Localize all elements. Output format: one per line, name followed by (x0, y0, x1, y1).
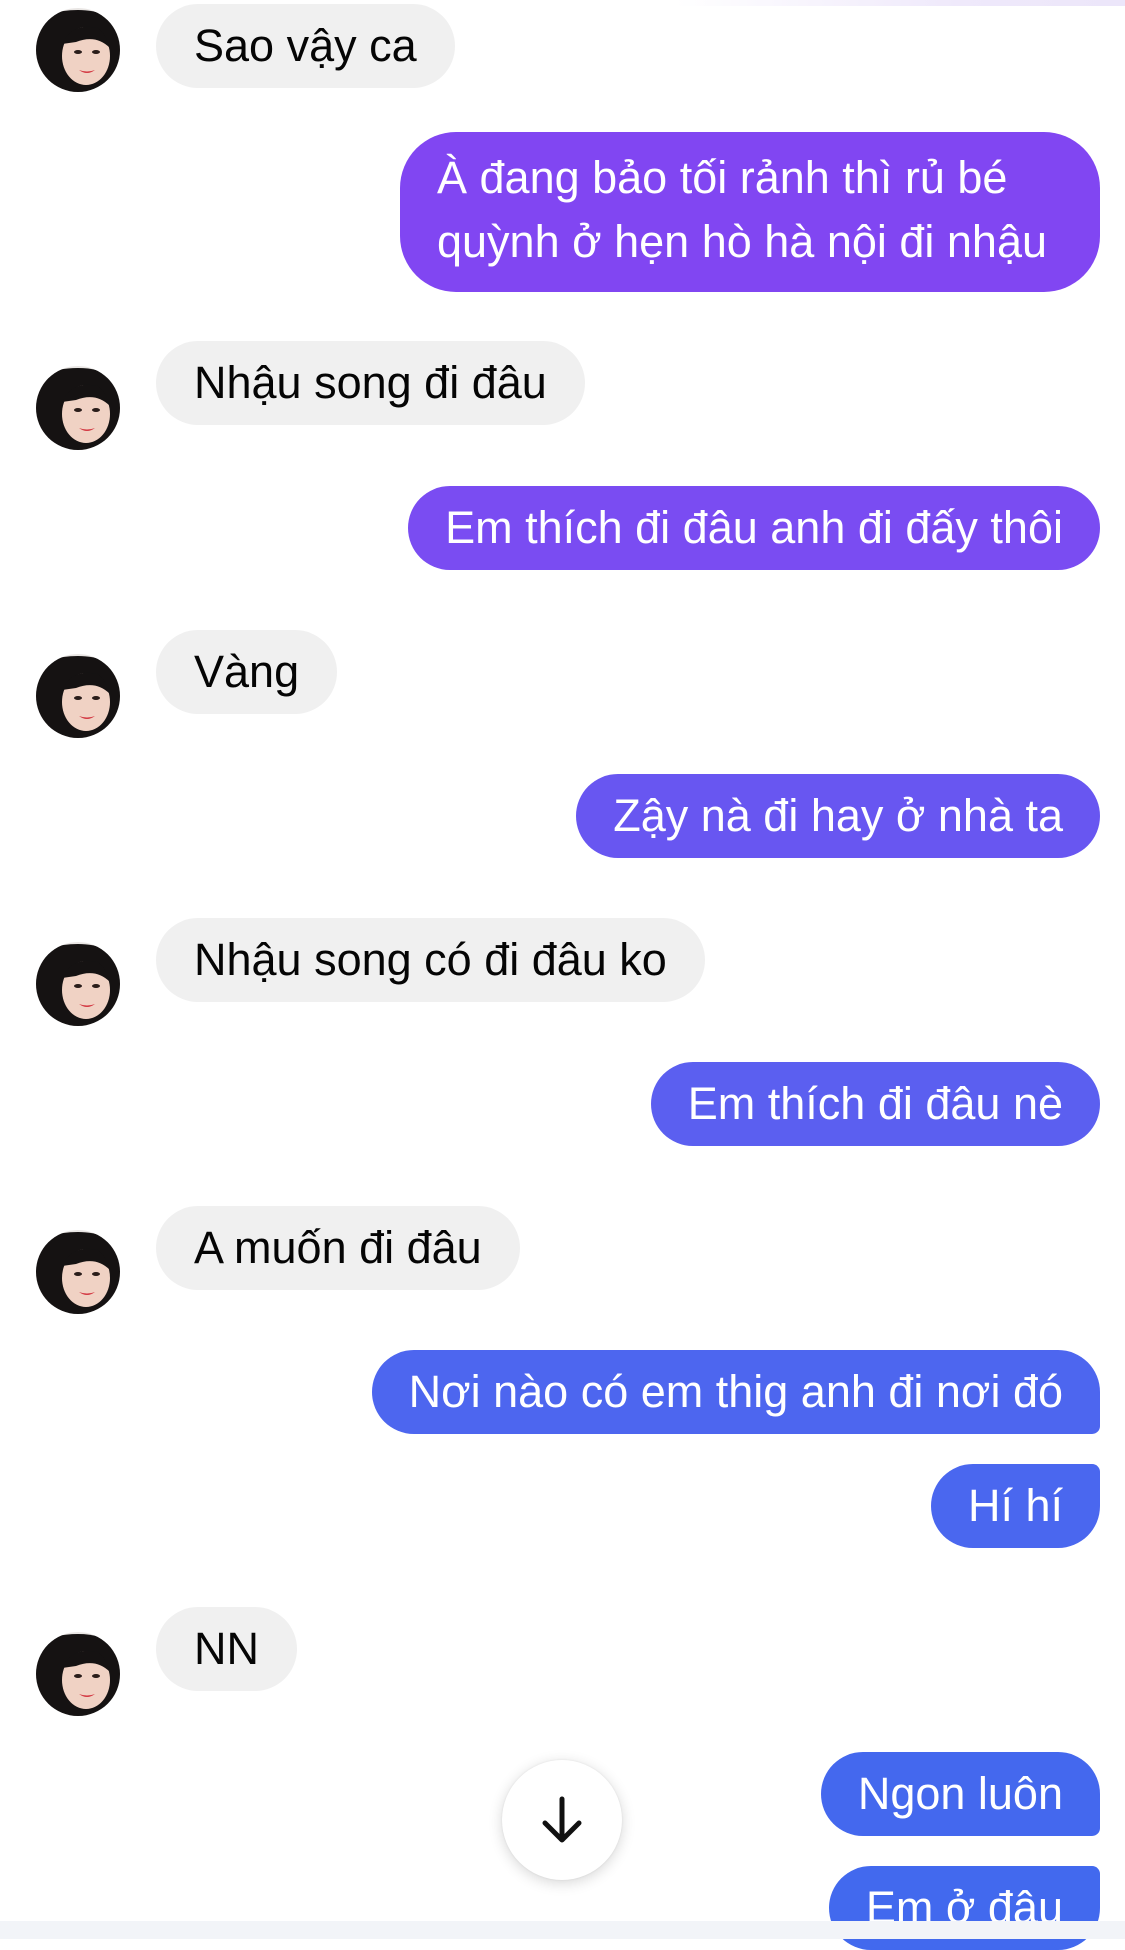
contact-avatar[interactable] (36, 654, 120, 738)
outgoing-message-bubble[interactable]: Em thích đi đâu anh đi đấy thôi (408, 486, 1100, 570)
contact-photo (36, 8, 120, 92)
incoming-message-bubble[interactable]: NN (156, 1607, 297, 1691)
contact-photo (36, 1230, 120, 1314)
contact-photo (36, 654, 120, 738)
message-list[interactable]: Sao vậy ca À đang bảo tối rảnh thì rủ bé… (0, 0, 1125, 1950)
contact-avatar[interactable] (36, 1230, 120, 1314)
outgoing-message-bubble[interactable]: Ngon luôn (820, 1752, 1100, 1836)
contact-avatar[interactable] (36, 366, 120, 450)
outgoing-message-bubble[interactable]: À đang bảo tối rảnh thì rủ bé quỳnh ở hẹ… (400, 132, 1100, 292)
outgoing-message-bubble[interactable]: Zậy nà đi hay ở nhà ta (576, 774, 1100, 858)
incoming-message-bubble[interactable]: A muốn đi đâu (156, 1206, 520, 1290)
scroll-to-bottom-button[interactable] (502, 1760, 622, 1880)
contact-photo (36, 366, 120, 450)
contact-avatar[interactable] (36, 8, 120, 92)
incoming-message-bubble[interactable]: Nhậu song có đi đâu ko (156, 918, 705, 1002)
contact-photo (36, 1632, 120, 1716)
incoming-message-bubble[interactable]: Vàng (156, 630, 338, 714)
contact-avatar[interactable] (36, 1632, 120, 1716)
incoming-message-bubble[interactable]: Nhậu song đi đâu (156, 341, 585, 425)
contact-photo (36, 942, 120, 1026)
outgoing-message-bubble[interactable]: Hí hí (930, 1464, 1100, 1548)
outgoing-message-bubble[interactable]: Em thích đi đâu nè (650, 1062, 1100, 1146)
message-line: quỳnh ở hẹn hò hà nội đi nhậu (437, 216, 1048, 267)
arrow-down-icon (542, 1796, 582, 1843)
contact-avatar[interactable] (36, 942, 120, 1026)
outgoing-message-bubble[interactable]: Nơi nào có em thig anh đi nơi đó (371, 1350, 1100, 1434)
message-line: À đang bảo tối rảnh thì rủ bé (437, 152, 1008, 203)
incoming-message-bubble[interactable]: Sao vậy ca (156, 4, 455, 88)
composer-bar-edge (0, 1921, 1125, 1939)
